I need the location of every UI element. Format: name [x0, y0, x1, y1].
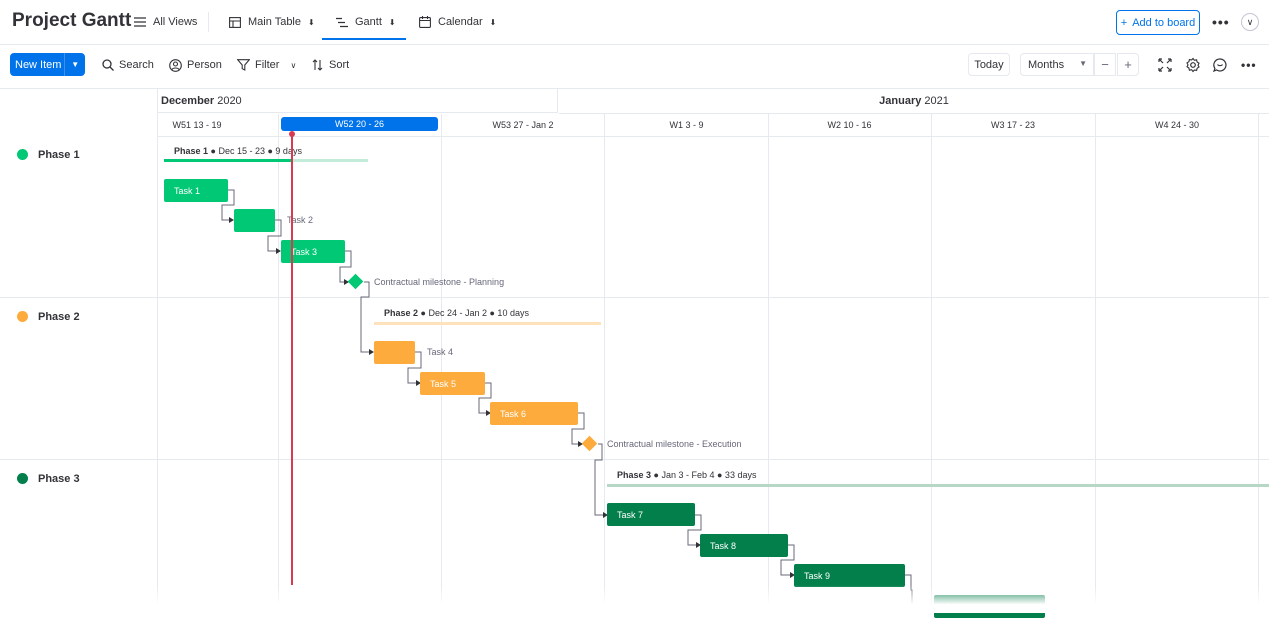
phase-1-summary: Phase 1 ● Dec 15 - 23 ● 9 days: [174, 146, 302, 156]
summary-phase-info: ● Dec 24 - Jan 2 ● 10 days: [418, 308, 529, 318]
task-1-bar[interactable]: Task 1: [164, 179, 228, 202]
task-4-bar[interactable]: [374, 341, 415, 364]
phase-3-summary: Phase 3 ● Jan 3 - Feb 4 ● 33 days: [617, 470, 756, 480]
phase-2-summary: Phase 2 ● Dec 24 - Jan 2 ● 10 days: [384, 308, 529, 318]
phase-1-summary-progress: [164, 159, 291, 162]
summary-phase-name: Phase 3: [617, 470, 652, 480]
summary-phase-name: Phase 2: [384, 308, 419, 318]
task-5-bar[interactable]: Task 5: [420, 372, 485, 395]
summary-phase-name: Phase 1: [174, 146, 209, 156]
task-7-bar[interactable]: Task 7: [607, 503, 695, 526]
summary-phase-info: ● Jan 3 - Feb 4 ● 33 days: [651, 470, 757, 480]
task-4-label: Task 4: [427, 347, 454, 357]
phase-3-summary-track: [607, 484, 1269, 487]
phase-2-summary-track: [374, 322, 601, 325]
milestone-planning-label: Contractual milestone - Planning: [374, 277, 505, 287]
milestone-execution-label: Contractual milestone - Execution: [607, 439, 742, 449]
task-9-bar[interactable]: Task 9: [794, 564, 905, 587]
today-marker-line: [291, 134, 293, 585]
task-2-bar[interactable]: [234, 209, 275, 232]
bottom-fade: [0, 585, 1269, 613]
task-8-bar[interactable]: Task 8: [700, 534, 788, 557]
today-marker-knob: [289, 131, 295, 137]
summary-phase-info: ● Dec 15 - 23 ● 9 days: [208, 146, 302, 156]
task-6-bar[interactable]: Task 6: [490, 402, 578, 425]
